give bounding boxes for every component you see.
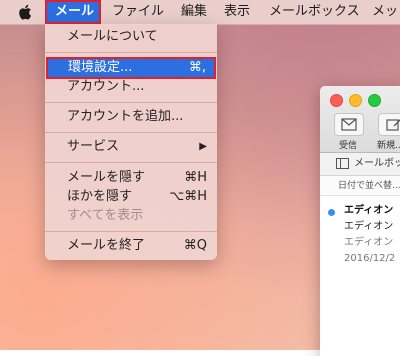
menubar-mail[interactable]: メール <box>45 0 101 24</box>
menu-item-label: ほかを隠す <box>67 189 133 204</box>
message-subject: エディオン <box>344 221 394 232</box>
sort-by-date-button[interactable]: 日付で並べ替... <box>320 176 400 196</box>
new-message-label: 新規... <box>377 141 400 151</box>
menu-item-shortcut: ⌘Q <box>183 238 207 253</box>
menu-bar: メール ファイル 編集 表示 メールボックス メッ <box>0 0 400 25</box>
submenu-arrow-icon: ▶ <box>199 141 207 152</box>
menu-item-about-mail[interactable]: メールについて <box>45 26 217 48</box>
close-window-button[interactable] <box>330 94 343 107</box>
mailboxes-button[interactable]: メールボッ <box>354 153 400 175</box>
apple-icon[interactable] <box>18 3 34 21</box>
unread-indicator <box>328 209 335 216</box>
envelope-icon <box>341 118 357 131</box>
menu-item-label: アカウントを追加... <box>67 109 184 124</box>
menu-separator <box>45 132 217 133</box>
menu-item-label: メールについて <box>67 29 158 44</box>
menu-separator <box>45 231 217 232</box>
menu-item-add-account[interactable]: アカウントを追加... <box>45 106 217 128</box>
menubar-mailbox[interactable]: メールボックス <box>269 0 360 24</box>
menu-separator <box>45 102 217 103</box>
menu-item-label: アカウント... <box>67 79 145 94</box>
message-preview: エディオン <box>344 237 394 248</box>
menu-item-show-all: すべてを表示 <box>45 205 217 227</box>
menubar-message[interactable]: メッ <box>372 0 398 24</box>
mail-window: 受信 新規... メールボッ 日付で並べ替... エディオン エディオン エディ… <box>320 86 400 356</box>
mailbox-bar: メールボッ <box>320 153 400 176</box>
menubar-edit[interactable]: 編集 <box>181 0 207 24</box>
message-sender: エディオン <box>344 205 394 216</box>
menu-item-services[interactable]: サービス ▶ <box>45 136 217 158</box>
sidebar-toggle-icon[interactable] <box>336 158 350 170</box>
mail-toolbar: 受信 新規... <box>320 86 400 153</box>
new-message-button[interactable] <box>378 113 400 136</box>
menubar-view[interactable]: 表示 <box>224 0 250 24</box>
get-mail-button[interactable] <box>334 113 364 136</box>
menu-item-accounts[interactable]: アカウント... <box>45 76 217 98</box>
compose-icon <box>386 119 400 131</box>
menu-item-quit-mail[interactable]: メールを終了 ⌘Q <box>45 235 217 257</box>
menu-item-label: メールを終了 <box>67 238 146 253</box>
menu-item-label: すべてを表示 <box>67 208 144 223</box>
mail-menu-dropdown: メールについて 環境設定... ⌘, アカウント... アカウントを追加... … <box>45 24 217 260</box>
menu-item-label: 環境設定... <box>68 60 133 75</box>
get-mail-label: 受信 <box>339 141 358 151</box>
zoom-window-button[interactable] <box>368 94 381 107</box>
minimize-window-button[interactable] <box>349 94 362 107</box>
menu-item-label: サービス <box>67 139 120 154</box>
menubar-file[interactable]: ファイル <box>112 0 164 24</box>
menu-separator <box>45 52 217 53</box>
menu-separator <box>45 162 217 163</box>
message-date: 2016/12/2 <box>344 253 396 264</box>
menu-item-label: メールを隠す <box>67 170 146 185</box>
